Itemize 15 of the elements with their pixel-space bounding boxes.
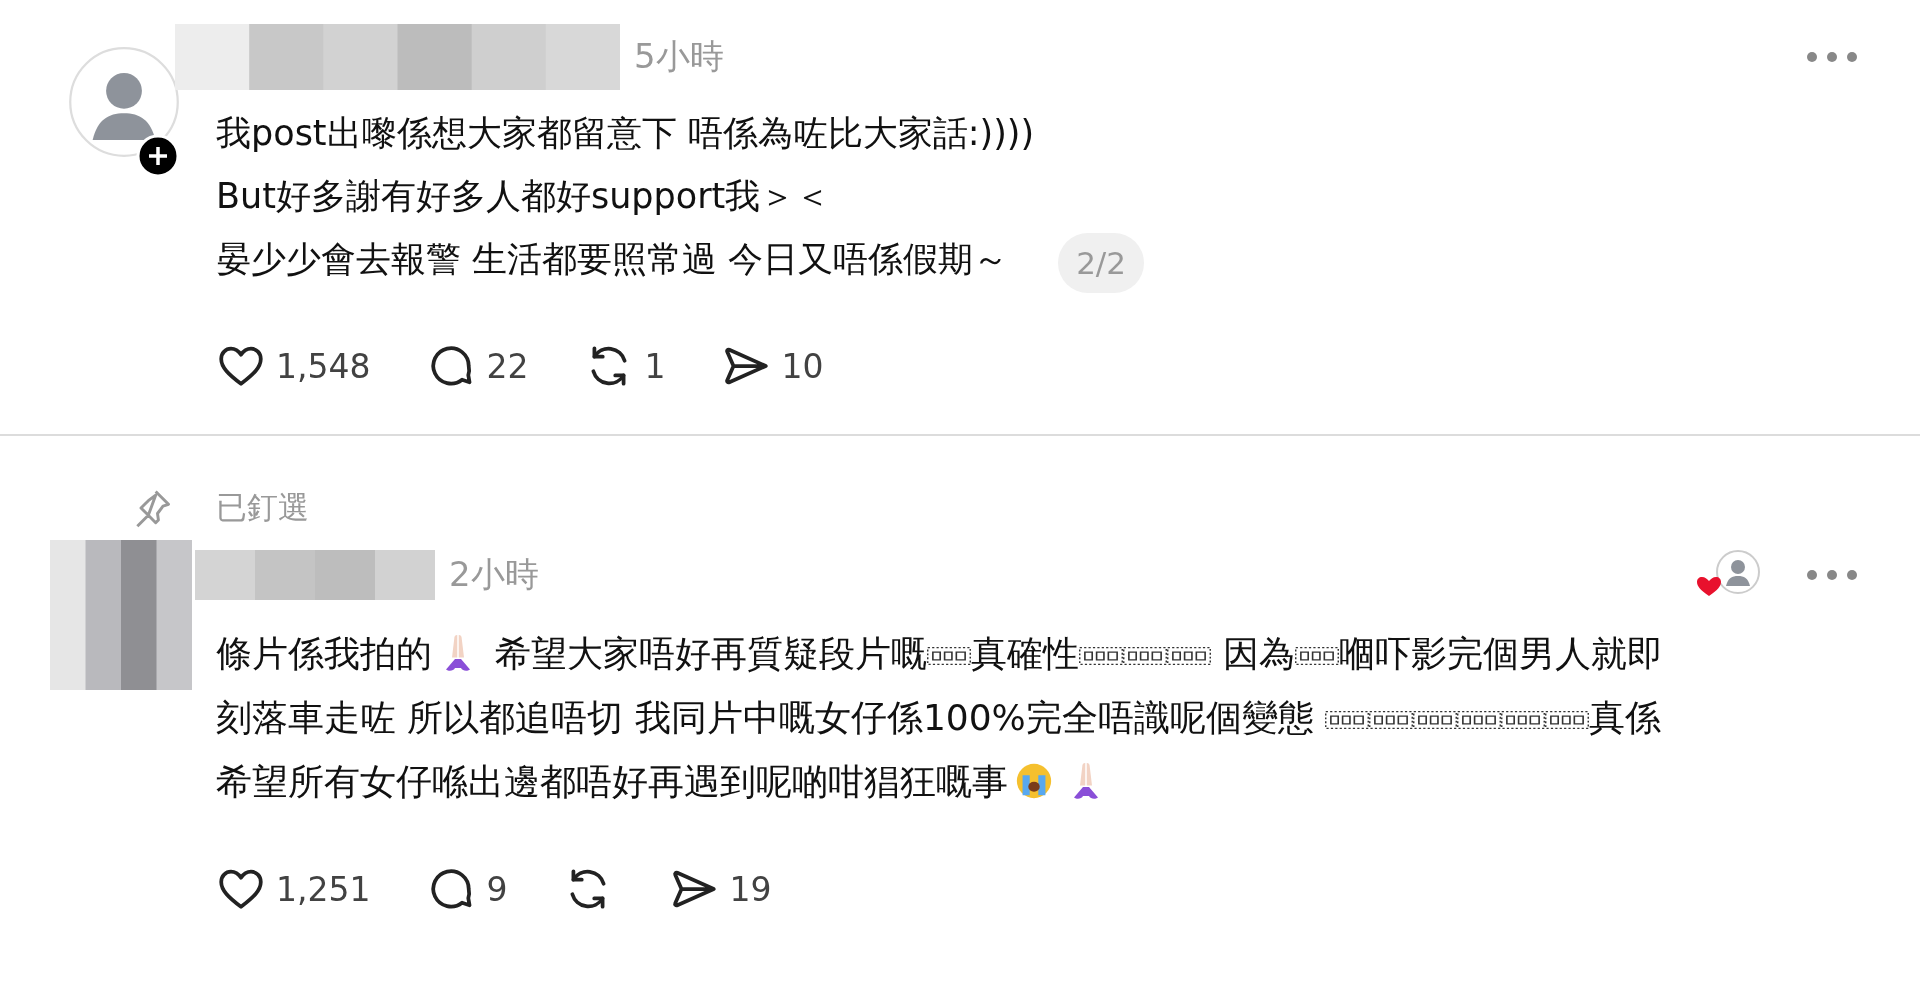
post-text: 條片係我拍的 希望大家唔好再質疑段片嘅 真確性 因為 嗰吓影完個男人就即刻落車走咗 所以都追唔切 我同片中嘅女仔係100%完全唔識呢個變態 真係希望所有女仔喺出邊都唔好再遇到呢啲咁猖狂嘅事 (216, 631, 1664, 804)
action-count: 22 (486, 346, 529, 386)
post-text-line: 我post出嚟係想大家都留意下 唔係為咗比大家話:)))) (216, 112, 1035, 155)
action-count: 19 (729, 869, 772, 909)
action-count: 9 (486, 869, 508, 909)
page-indicator: 2/2 (1058, 233, 1144, 293)
post-text-line: 晏少少會去報警 生活都要照常過 今日又唔係假期～ (216, 238, 1010, 281)
post-text-line: But好多謝有好多人都好support我＞＜ (216, 175, 832, 218)
action-count: 1,251 (276, 869, 371, 909)
post-time[interactable]: 5小時 (634, 34, 724, 80)
action-count: 10 (781, 346, 824, 386)
action-count: 1 (644, 346, 666, 386)
pinned-label: 已釘選 (216, 488, 309, 527)
post-time[interactable]: 2小時 (449, 552, 539, 598)
action-count: 1,548 (276, 346, 371, 386)
